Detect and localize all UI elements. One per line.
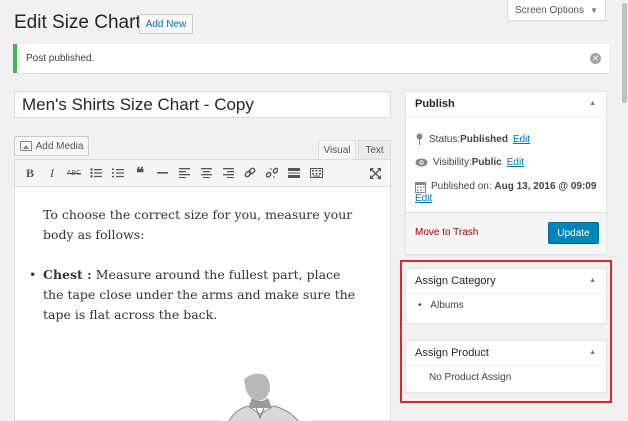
- add-media-button[interactable]: Add Media: [14, 136, 89, 156]
- align-center-icon[interactable]: [195, 162, 217, 184]
- link-icon[interactable]: [239, 162, 261, 184]
- update-button[interactable]: Update: [548, 222, 599, 244]
- dismiss-icon[interactable]: ✕: [590, 53, 601, 64]
- blockquote-icon[interactable]: ❝: [129, 162, 151, 184]
- move-to-trash-link[interactable]: Move to Trash: [415, 227, 478, 238]
- screen-options-button[interactable]: Screen Options ▼: [507, 0, 606, 21]
- calendar-icon: [415, 182, 426, 193]
- edit-status-link[interactable]: Edit: [513, 134, 530, 145]
- shirt-model-image[interactable]: [220, 368, 312, 421]
- list-item: Chest : Measure around the fullest part,…: [29, 265, 362, 325]
- published-on-edit-row: Edit: [406, 193, 606, 204]
- eye-icon: [415, 158, 428, 167]
- publish-actions: Move to Trash Update: [406, 212, 606, 254]
- highlight-frame: [400, 260, 612, 403]
- numbered-list-icon[interactable]: [107, 162, 129, 184]
- page-title: Edit Size Charts: [14, 12, 151, 33]
- fullscreen-icon[interactable]: [364, 162, 386, 184]
- pin-icon: [416, 133, 423, 145]
- editor-toolbar: B I ABC ❝: [15, 160, 390, 187]
- status-value: Published: [460, 133, 508, 145]
- editor-content[interactable]: To choose the correct size for you, meas…: [15, 187, 390, 325]
- align-left-icon[interactable]: [173, 162, 195, 184]
- page-scrollbar[interactable]: [621, 0, 628, 421]
- status-row: Status: Published Edit: [406, 133, 606, 145]
- edit-date-link[interactable]: Edit: [415, 193, 432, 204]
- publish-box-title: Publish: [415, 98, 455, 110]
- published-on-row: Published on: Aug 13, 2016 @ 09:09: [406, 180, 606, 193]
- screen-options-label: Screen Options: [515, 4, 584, 16]
- tab-visual[interactable]: Visual: [318, 140, 356, 160]
- status-label: Status:: [429, 133, 461, 145]
- media-icon: [19, 141, 32, 151]
- success-notice: Post published. ✕: [13, 44, 609, 73]
- strikethrough-icon[interactable]: ABC: [63, 162, 85, 184]
- visibility-label: Visibility:: [433, 157, 472, 168]
- collapse-icon[interactable]: ▲: [589, 100, 596, 107]
- add-media-label: Add Media: [35, 140, 84, 152]
- post-title-input[interactable]: Men's Shirts Size Chart - Copy: [14, 91, 391, 118]
- edit-visibility-link[interactable]: Edit: [507, 157, 524, 168]
- horizontal-line-icon[interactable]: [151, 162, 173, 184]
- measurement-list: Chest : Measure around the fullest part,…: [29, 265, 362, 325]
- unlink-icon[interactable]: [261, 162, 283, 184]
- notice-text: Post published.: [26, 53, 95, 64]
- triangle-down-icon: ▼: [590, 5, 598, 15]
- published-on-value: Aug 13, 2016 @ 09:09: [494, 181, 597, 192]
- publish-box-header[interactable]: Publish ▲: [406, 92, 606, 117]
- bulleted-list-icon[interactable]: [85, 162, 107, 184]
- tab-text[interactable]: Text: [358, 140, 391, 160]
- scrollbar-thumb[interactable]: [622, 3, 627, 103]
- published-on-label: Published on:: [431, 181, 495, 192]
- publish-box: Publish ▲ Status: Published Edit Visibil…: [405, 91, 607, 255]
- content-editor[interactable]: B I ABC ❝ To choose the correct size for…: [14, 159, 391, 421]
- read-more-icon[interactable]: [283, 162, 305, 184]
- align-right-icon[interactable]: [217, 162, 239, 184]
- visibility-value: Public: [471, 157, 502, 168]
- intro-paragraph: To choose the correct size for you, meas…: [43, 207, 353, 242]
- add-new-button[interactable]: Add New: [139, 14, 193, 34]
- chest-label: Chest :: [43, 267, 92, 282]
- italic-icon[interactable]: I: [41, 162, 63, 184]
- toolbar-toggle-icon[interactable]: [305, 162, 327, 184]
- visibility-row: Visibility: Public Edit: [406, 157, 606, 168]
- bold-icon[interactable]: B: [19, 162, 41, 184]
